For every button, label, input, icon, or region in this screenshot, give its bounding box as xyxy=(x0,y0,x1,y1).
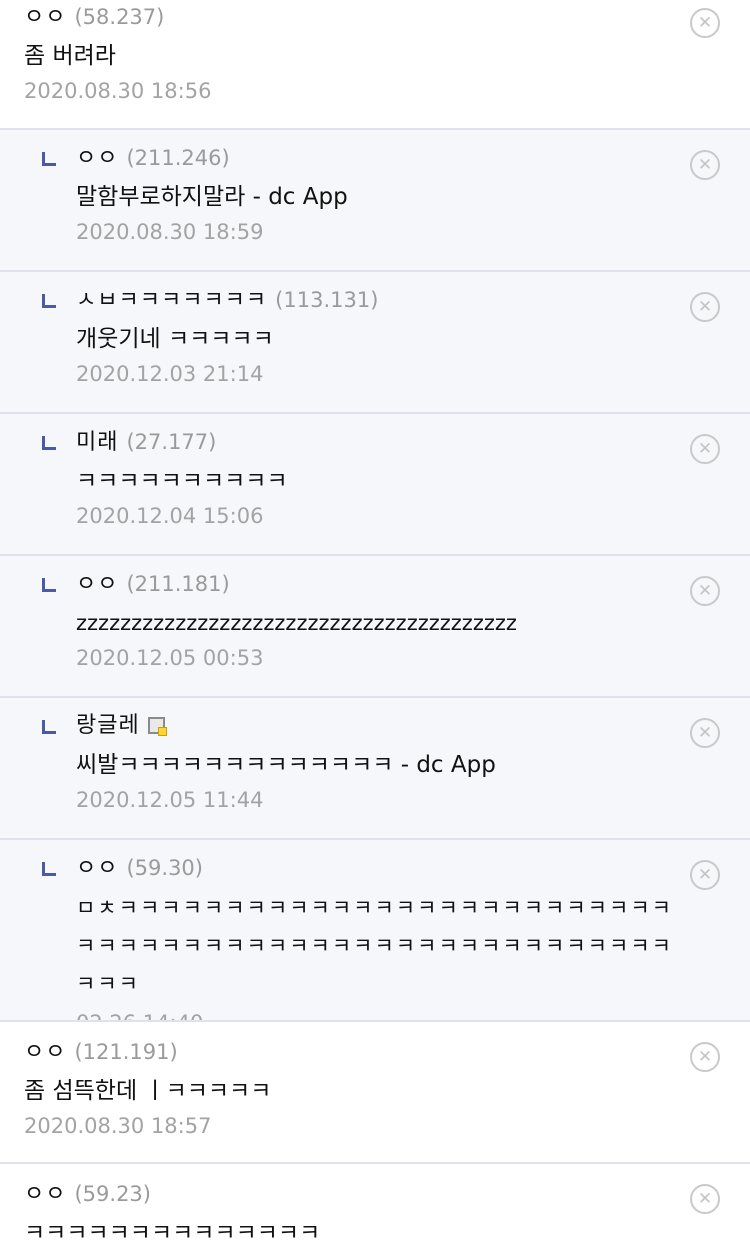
reply-item: 미래 (27.177) ㅋㅋㅋㅋㅋㅋㅋㅋㅋㅋ 2020.12.04 15:06 ✕ xyxy=(0,414,750,556)
comment-ip: (211.181) xyxy=(126,572,230,596)
comment-text: 말함부로하지말라 - dc App xyxy=(76,184,348,210)
reply-arrow-icon xyxy=(42,862,56,876)
comment-meta: ㅇㅇ (121.191) xyxy=(24,1039,690,1065)
close-circle-icon[interactable]: ✕ xyxy=(690,718,720,748)
comment-text: 씨발ㅋㅋㅋㅋㅋㅋㅋㅋㅋㅋㅋㅋㅋ - dc App xyxy=(76,752,496,778)
comment-meta: 미래 (27.177) xyxy=(76,429,690,455)
comment-date: 2020.12.05 00:53 xyxy=(76,646,264,670)
close-circle-icon[interactable]: ✕ xyxy=(690,292,720,322)
comment-text: 개웃기네 ㅋㅋㅋㅋㅋ xyxy=(76,326,274,352)
comment-ip: (59.30) xyxy=(126,856,203,880)
comment-meta: ㅇㅇ (211.181) xyxy=(76,571,690,597)
close-circle-icon[interactable]: ✕ xyxy=(690,8,720,38)
comment-ip: (211.246) xyxy=(126,146,230,170)
comment-date: 02.26 14:40 xyxy=(76,1010,690,1020)
comment-nickname[interactable]: ㅇㅇ xyxy=(24,5,66,30)
comment-ip: (59.23) xyxy=(74,1182,151,1206)
reply-item: ㅇㅇ (211.181) zzzzzzzzzzzzzzzzzzzzzzzzzzzz… xyxy=(0,556,750,698)
reply-arrow-icon xyxy=(42,436,56,450)
reply-arrow-icon xyxy=(42,578,56,592)
comment-meta: ㅇㅇ (211.246) xyxy=(76,145,690,171)
comment-text: ㅁㅊㅋㅋㅋㅋㅋㅋㅋㅋㅋㅋㅋㅋㅋㅋㅋㅋㅋㅋㅋㅋㅋㅋㅋㅋㅋㅋㅋㅋㅋㅋㅋㅋㅋㅋㅋㅋㅋㅋ… xyxy=(76,896,673,996)
close-circle-icon[interactable]: ✕ xyxy=(690,1042,720,1072)
comment-text: ㅋㅋㅋㅋㅋㅋㅋㅋㅋㅋㅋㅋㅋㅋ xyxy=(24,1220,321,1246)
reply-item: ㅇㅇ (59.30) ㅁㅊㅋㅋㅋㅋㅋㅋㅋㅋㅋㅋㅋㅋㅋㅋㅋㅋㅋㅋㅋㅋㅋㅋㅋㅋㅋㅋㅋㅋ… xyxy=(0,840,750,1022)
gallery-user-icon xyxy=(147,717,167,736)
comment-date: 2020.08.30 18:56 xyxy=(24,79,212,103)
close-circle-icon[interactable]: ✕ xyxy=(690,150,720,180)
comment-list: ㅇㅇ (58.237) 좀 버려라 2020.08.30 18:56 ✕ ㅇㅇ (2… xyxy=(0,0,750,1254)
comment-meta: ㅇㅇ (59.23) xyxy=(24,1181,690,1207)
reply-arrow-icon xyxy=(42,152,56,166)
comment-text: ㅋㅋㅋㅋㅋㅋㅋㅋㅋㅋ xyxy=(76,468,288,494)
reply-item: ㅇㅇ (211.246) 말함부로하지말라 - dc App 2020.08.30… xyxy=(0,130,750,272)
comment-meta: 랑글레 xyxy=(76,713,690,739)
comment-nickname[interactable]: ㅇㅇ xyxy=(24,1040,66,1065)
close-circle-icon[interactable]: ✕ xyxy=(690,576,720,606)
comment-item: ㅇㅇ (59.23) ㅋㅋㅋㅋㅋㅋㅋㅋㅋㅋㅋㅋㅋㅋ ✕ xyxy=(0,1164,750,1254)
comment-item: ㅇㅇ (58.237) 좀 버려라 2020.08.30 18:56 ✕ xyxy=(0,0,750,130)
comment-meta: ㅅㅂㅋㅋㅋㅋㅋㅋㅋ (113.131) xyxy=(76,287,690,313)
comment-nickname[interactable]: ㅇㅇ xyxy=(76,146,118,171)
reply-arrow-icon xyxy=(42,720,56,734)
comment-nickname[interactable]: 미래 xyxy=(76,430,118,455)
comment-meta: ㅇㅇ (58.237) xyxy=(24,4,690,30)
comment-text: 좀 버려라 xyxy=(24,43,116,69)
reply-item: ㅅㅂㅋㅋㅋㅋㅋㅋㅋ (113.131) 개웃기네 ㅋㅋㅋㅋㅋ 2020.12.03… xyxy=(0,272,750,414)
comment-nickname[interactable]: ㅇㅇ xyxy=(24,1182,66,1207)
comment-nickname[interactable]: 랑글레 xyxy=(76,713,140,738)
comment-nickname[interactable]: ㅇㅇ xyxy=(76,572,118,597)
comment-ip: (58.237) xyxy=(74,5,165,29)
comment-date: 2020.08.30 18:59 xyxy=(76,220,264,244)
close-circle-icon[interactable]: ✕ xyxy=(690,860,720,890)
comment-nickname[interactable]: ㅅㅂㅋㅋㅋㅋㅋㅋㅋ xyxy=(76,288,267,313)
comment-item: ㅇㅇ (121.191) 좀 섬뜩한데 ㅣㅋㅋㅋㅋㅋ 2020.08.30 18:… xyxy=(0,1022,750,1164)
comment-date: 2020.12.05 11:44 xyxy=(76,788,264,812)
comment-nickname[interactable]: ㅇㅇ xyxy=(76,856,118,881)
comment-ip: (27.177) xyxy=(126,430,217,454)
comment-ip: (121.191) xyxy=(74,1040,178,1064)
comment-date: 2020.08.30 18:57 xyxy=(24,1114,212,1138)
reply-arrow-icon xyxy=(42,294,56,308)
comment-text: 좀 섬뜩한데 ㅣㅋㅋㅋㅋㅋ xyxy=(24,1078,272,1104)
comment-text: zzzzzzzzzzzzzzzzzzzzzzzzzzzzzzzzzzzzzzzz xyxy=(76,611,517,635)
reply-item: 랑글레 씨발ㅋㅋㅋㅋㅋㅋㅋㅋㅋㅋㅋㅋㅋ - dc App 2020.12.05 … xyxy=(0,698,750,840)
close-circle-icon[interactable]: ✕ xyxy=(690,434,720,464)
comment-date: 2020.12.03 21:14 xyxy=(76,362,264,386)
close-circle-icon[interactable]: ✕ xyxy=(690,1184,720,1214)
comment-date: 2020.12.04 15:06 xyxy=(76,504,264,528)
comment-meta: ㅇㅇ (59.30) xyxy=(76,855,690,881)
comment-ip: (113.131) xyxy=(275,288,379,312)
